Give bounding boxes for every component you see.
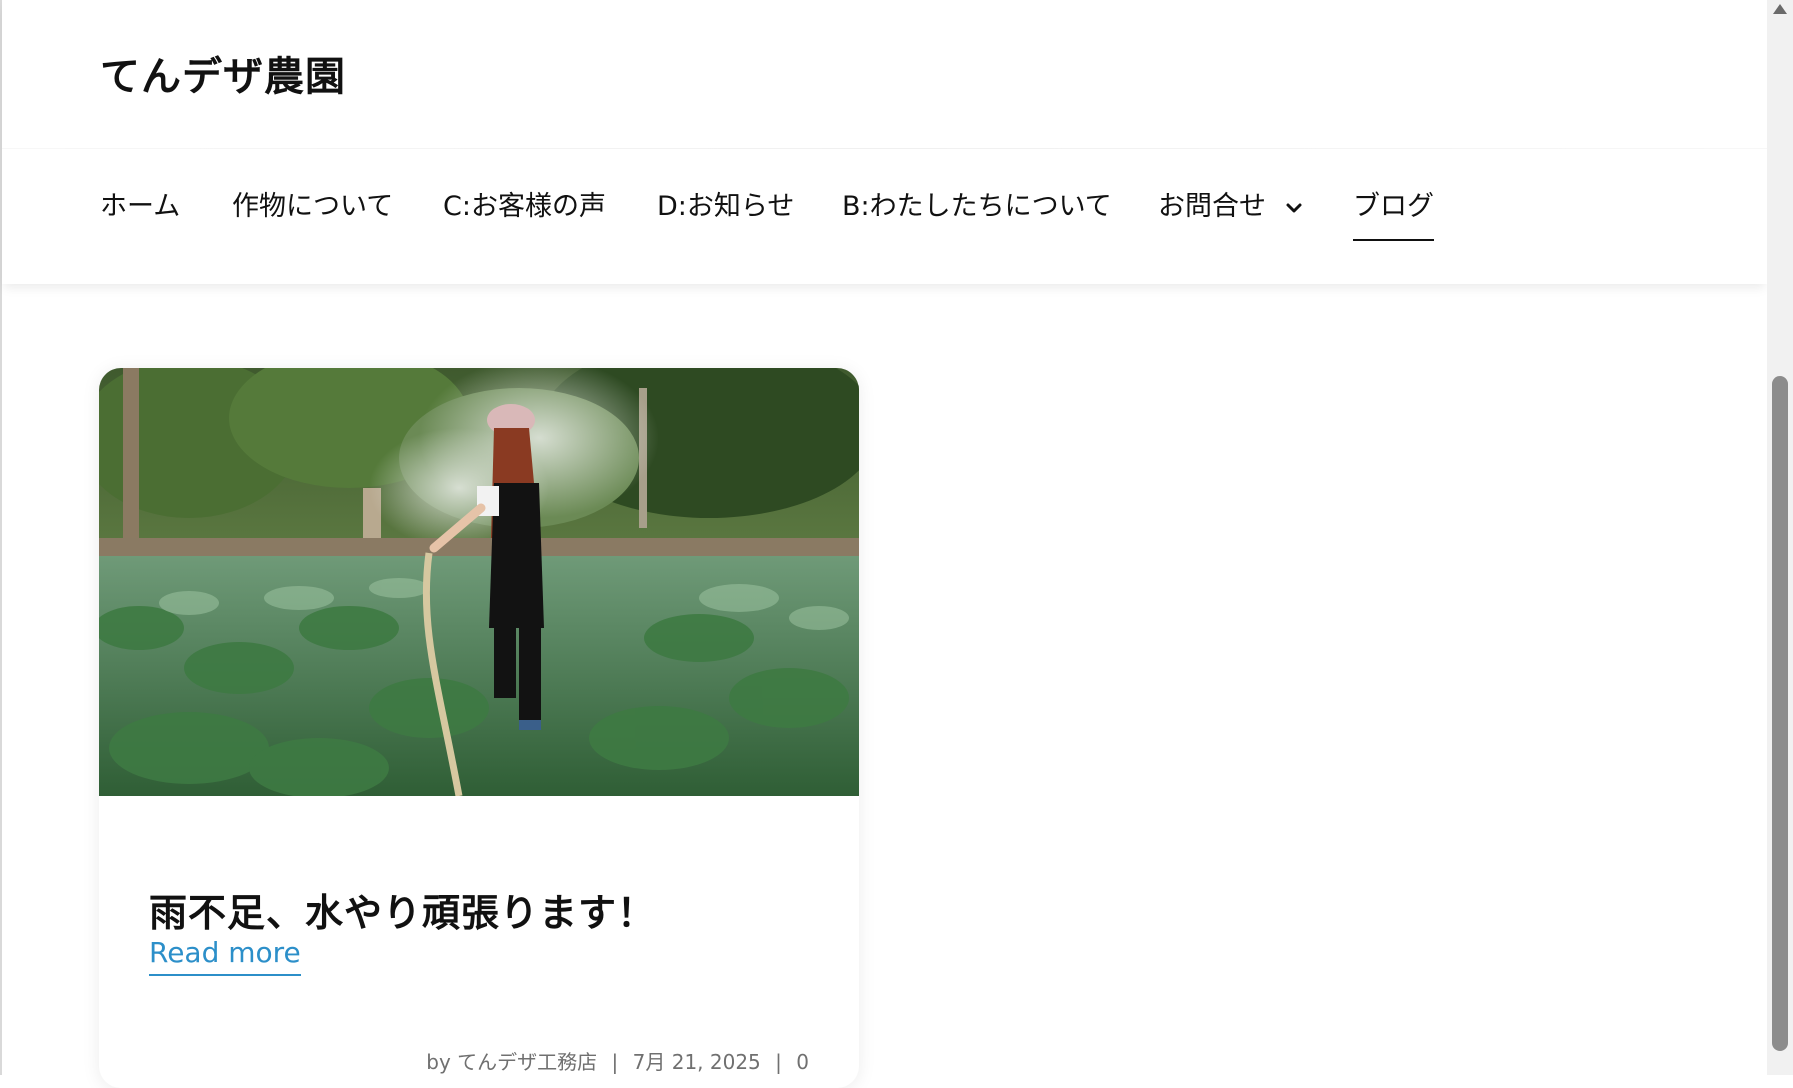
post-meta: by てんデザ工務店 | 7月 21, 2025 | 0 <box>426 1046 809 1075</box>
site-header: てんデザ農園 ホーム 作物について C:お客様の声 D:お知らせ B:わたしたち… <box>2 0 1767 284</box>
post-card: 雨不足、水やり頑張ります！ Read more by てんデザ工務店 | 7月 … <box>99 368 859 1088</box>
site-title[interactable]: てんデザ農園 <box>100 44 346 102</box>
nav-item-blog[interactable]: ブログ <box>1353 184 1434 241</box>
read-more-link[interactable]: Read more <box>149 936 301 976</box>
nav-item-contact-label: お問合せ <box>1158 191 1266 222</box>
nav-item-news[interactable]: D:お知らせ <box>657 184 794 223</box>
meta-comment-count[interactable]: 0 <box>796 1050 809 1074</box>
nav-item-contact[interactable]: お問合せ <box>1158 184 1303 223</box>
meta-author-link[interactable]: てんデザ工務店 <box>457 1050 597 1074</box>
nav-item-customer-voice[interactable]: C:お客様の声 <box>443 184 606 223</box>
meta-date: 7月 21, 2025 <box>632 1050 761 1074</box>
nav-item-crops[interactable]: 作物について <box>232 184 393 223</box>
scroll-up-arrow-icon[interactable] <box>1771 2 1789 16</box>
header-divider <box>2 148 1767 149</box>
meta-by: by <box>426 1050 451 1074</box>
post-title[interactable]: 雨不足、水やり頑張ります！ <box>149 882 656 937</box>
scrollbar-thumb[interactable] <box>1772 376 1788 1051</box>
meta-separator: | <box>611 1050 619 1074</box>
vertical-scrollbar[interactable] <box>1767 0 1793 1075</box>
chevron-down-icon[interactable] <box>1285 199 1303 217</box>
post-featured-image[interactable] <box>99 368 859 796</box>
nav-item-home[interactable]: ホーム <box>100 184 180 223</box>
meta-separator: | <box>775 1050 782 1074</box>
nav-item-about-us[interactable]: B:わたしたちについて <box>842 184 1112 223</box>
